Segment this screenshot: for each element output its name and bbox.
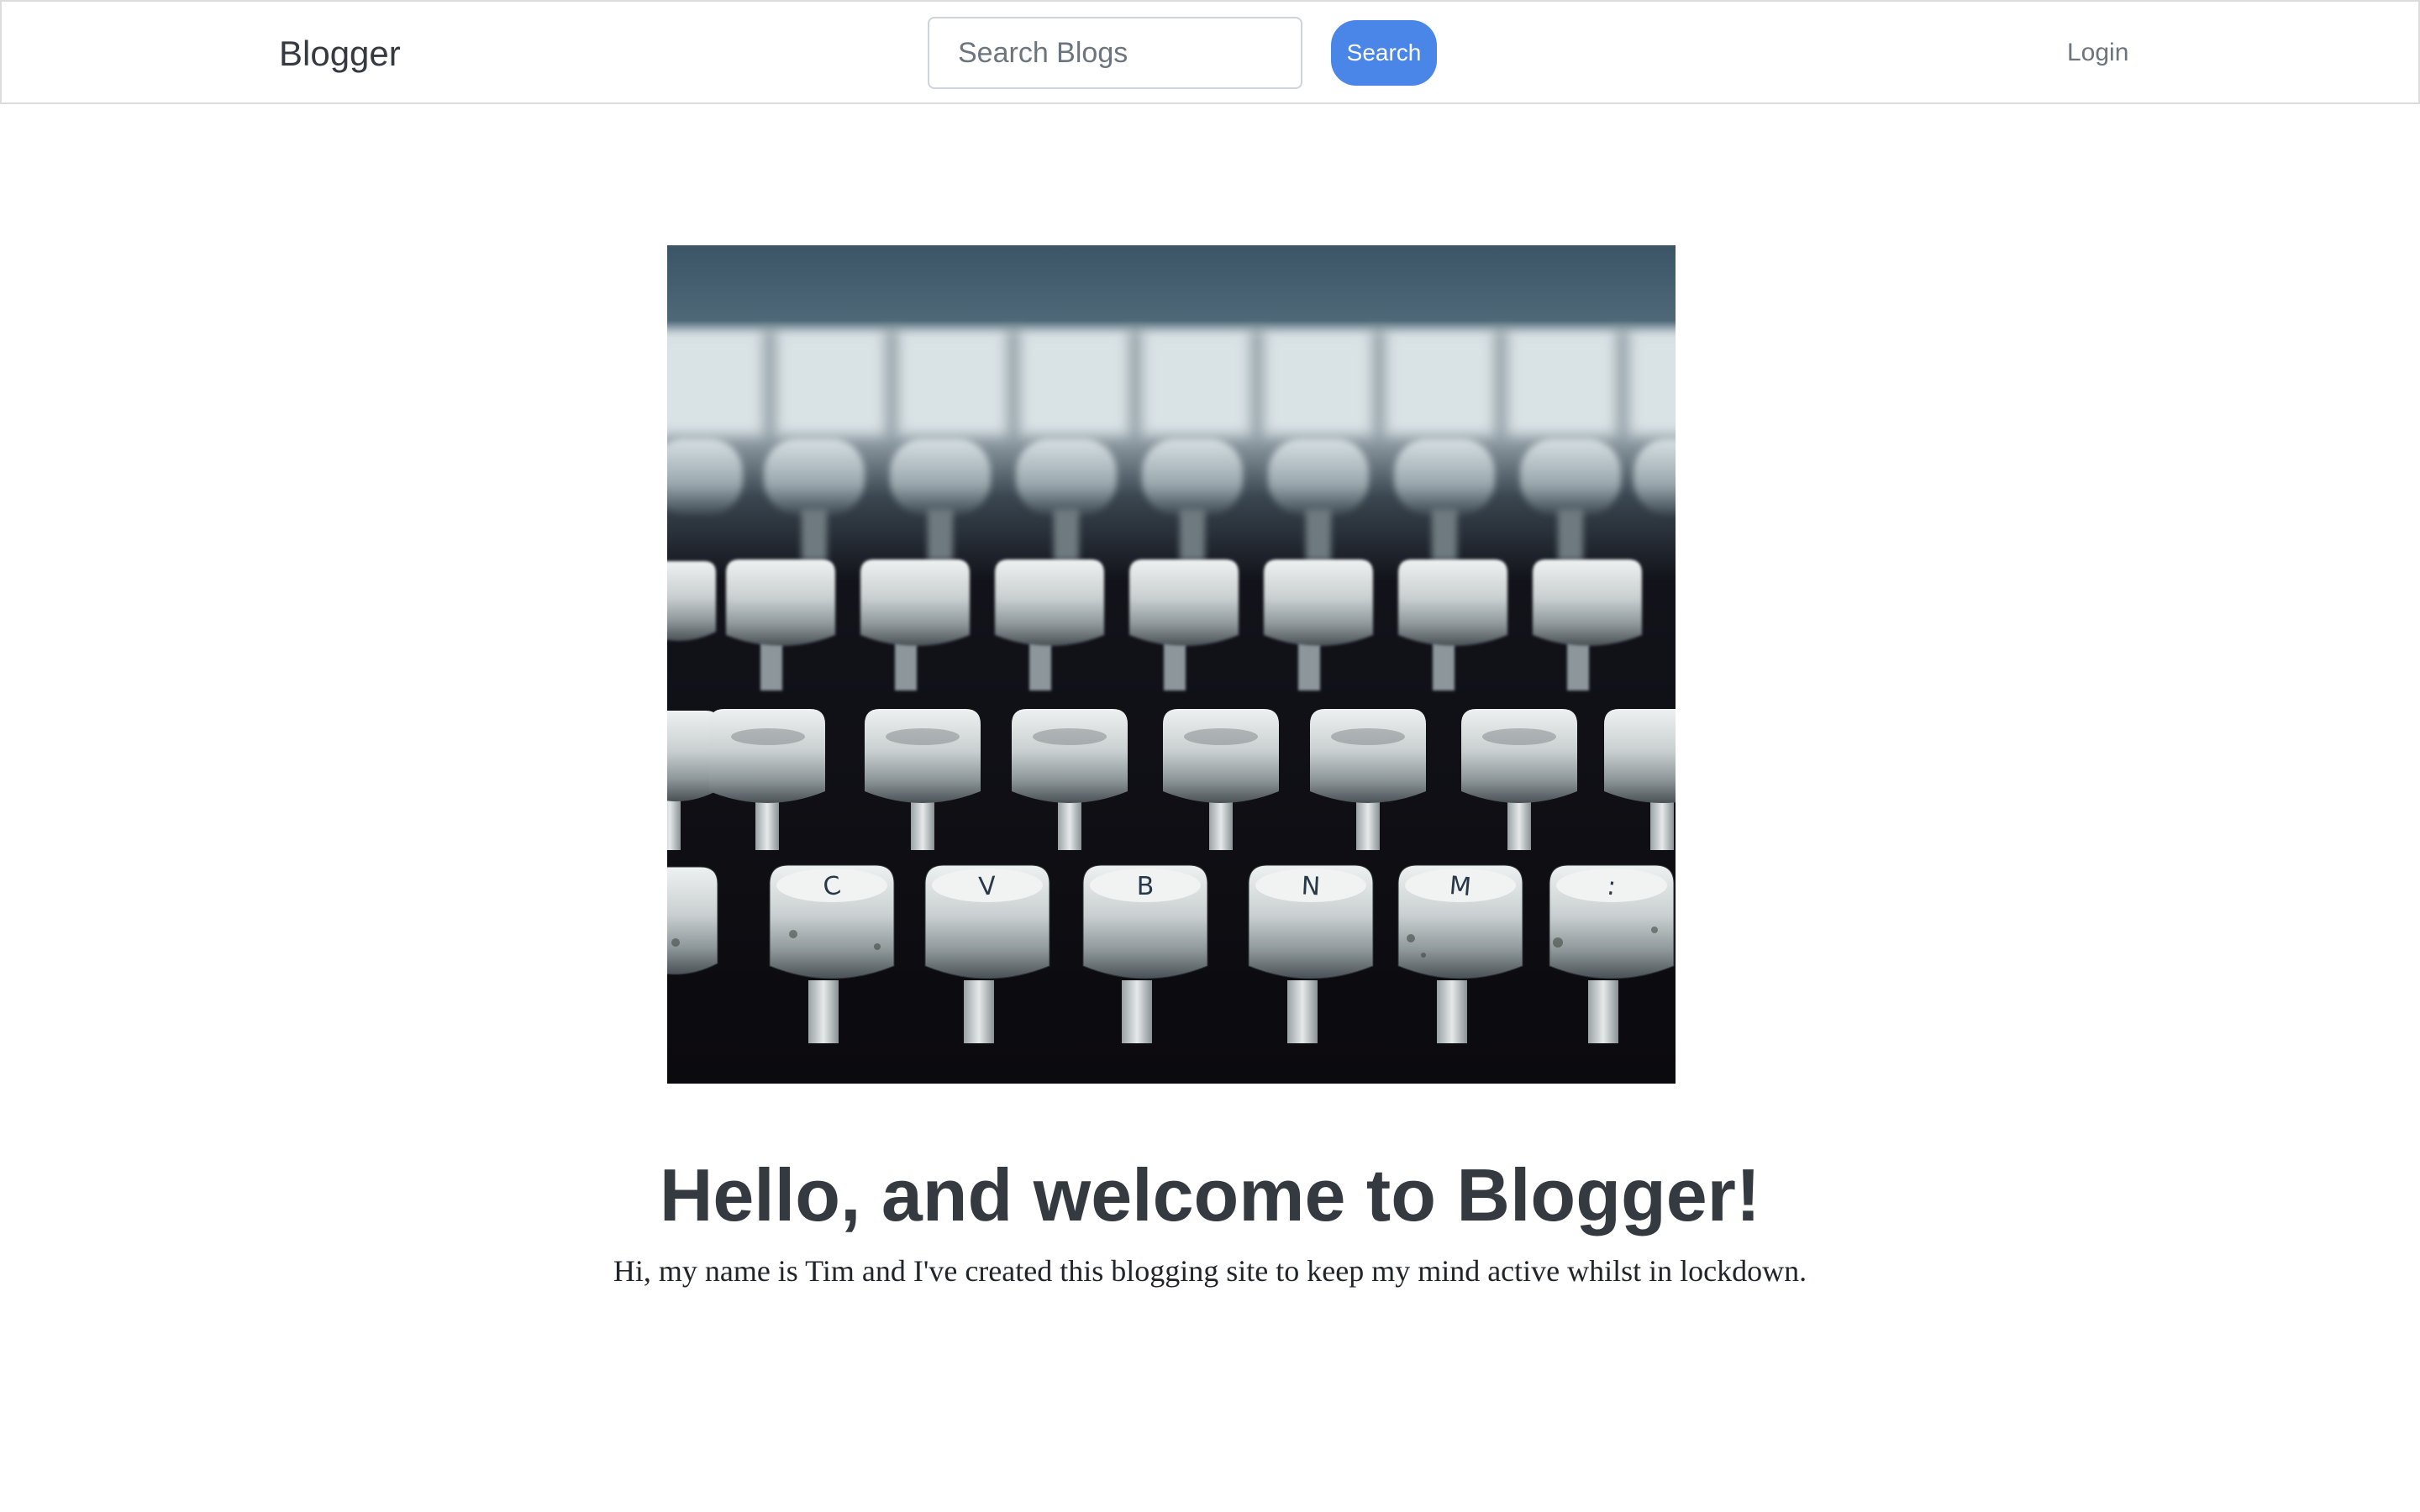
search-button[interactable]: Search [1331,20,1437,86]
intro-paragraph: Hi, my name is Tim and I've created this… [613,1254,1807,1288]
typewriter-photo: C V B N M : [667,245,1676,1084]
blurred-top-row [667,329,1676,438]
hero-typewriter-image: C V B N M : [667,245,1676,1084]
top-navbar: Blogger Search Login [0,0,2420,104]
welcome-heading: Hello, and welcome to Blogger! [659,1153,1761,1236]
svg-text:M: M [1448,871,1472,902]
svg-text:N: N [1301,871,1321,901]
svg-text:V: V [978,871,997,901]
brand-logo-link[interactable]: Blogger [279,30,401,77]
svg-text:B: B [1137,872,1155,901]
login-link[interactable]: Login [2067,35,2128,71]
search-input[interactable] [928,17,1302,89]
